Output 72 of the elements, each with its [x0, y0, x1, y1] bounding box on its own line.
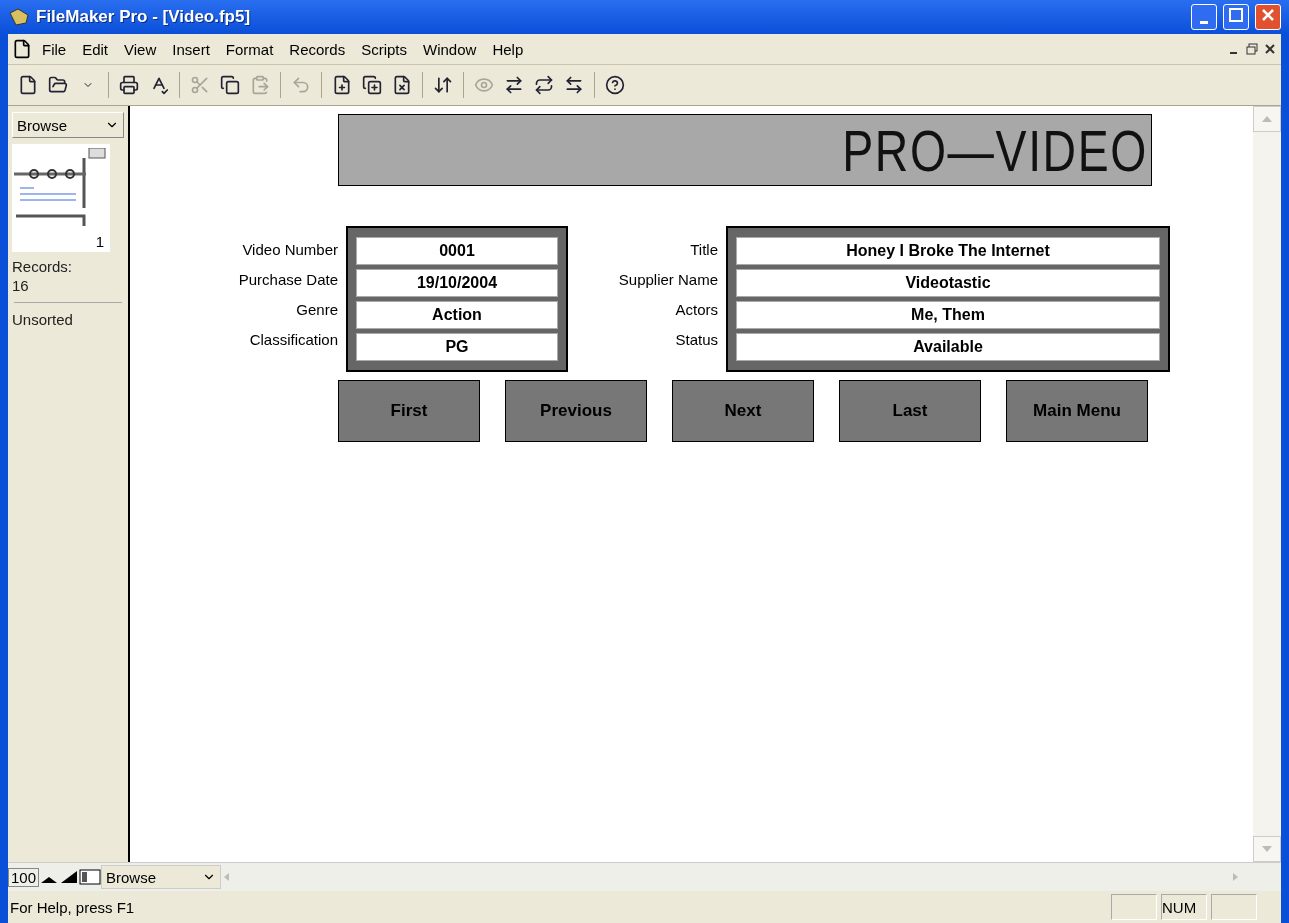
document-icon: [12, 39, 32, 59]
paste-icon: [250, 75, 270, 95]
menu-item[interactable]: Help: [486, 38, 530, 60]
menu-item[interactable]: Window: [417, 38, 483, 60]
nav-button[interactable]: Main Menu: [1006, 380, 1148, 442]
field-label: Supplier Name: [618, 270, 718, 290]
records-label: Records:: [12, 258, 74, 275]
field-value[interactable]: Me, Them: [736, 301, 1160, 329]
menu-item[interactable]: Edit: [76, 38, 115, 60]
help-icon: [605, 75, 625, 95]
status-pane: NUM: [1161, 894, 1207, 920]
view-icon: [474, 75, 494, 95]
restore-icon[interactable]: [1245, 42, 1259, 56]
banner-title: PRO—VIDEO: [842, 116, 1149, 184]
minimize-button[interactable]: [1191, 4, 1217, 30]
field-label: Title: [690, 240, 718, 260]
mode-dropdown[interactable]: Browse: [12, 112, 124, 138]
exchange-icon: [504, 75, 524, 95]
open-folder-icon: [48, 75, 68, 95]
field-value[interactable]: Videotastic: [736, 269, 1160, 297]
new-record-icon: [332, 75, 352, 95]
close-button[interactable]: [1255, 4, 1281, 30]
field-value[interactable]: 19/10/2004: [356, 269, 558, 297]
menu-item[interactable]: File: [36, 38, 73, 60]
field-value[interactable]: Honey I Broke The Internet: [736, 237, 1160, 265]
minimize-icon: [1200, 21, 1208, 24]
print-icon: [119, 75, 139, 95]
status-pane: [1111, 894, 1157, 920]
sort-icon: [433, 75, 453, 95]
field-value[interactable]: PG: [356, 333, 558, 361]
nav-button[interactable]: Last: [839, 380, 981, 442]
menu-item[interactable]: Format: [219, 38, 280, 60]
swap-icon: [564, 75, 584, 95]
sort-status: Unsorted: [12, 311, 74, 328]
nav-button[interactable]: Next: [672, 380, 814, 442]
app-icon: [8, 7, 30, 27]
copy-icon: [220, 75, 240, 95]
menu-item[interactable]: Scripts: [355, 38, 413, 60]
help-text: For Help, press F1: [9, 898, 136, 916]
close-icon: [1261, 7, 1275, 22]
zoom-in-icon[interactable]: [59, 869, 80, 885]
nav-button[interactable]: Previous: [505, 380, 647, 442]
field-value[interactable]: 0001: [356, 237, 558, 265]
record-book[interactable]: 1: [12, 144, 110, 252]
field-value[interactable]: Action: [356, 301, 558, 329]
maximize-button[interactable]: [1223, 4, 1249, 30]
zoom-level[interactable]: 100: [8, 867, 40, 887]
field-value[interactable]: Available: [736, 333, 1160, 361]
delete-record-icon: [392, 75, 412, 95]
undo-icon: [291, 75, 311, 95]
field-label: Purchase Date: [238, 270, 338, 290]
menu-item[interactable]: Records: [283, 38, 352, 60]
status-pane: [1211, 894, 1257, 920]
field-label: Genre: [296, 300, 338, 320]
cut-icon: [190, 75, 210, 95]
menu-item[interactable]: View: [118, 38, 163, 60]
field-label: Status: [675, 330, 718, 350]
menu-item[interactable]: Insert: [166, 38, 216, 60]
mode-dropdown[interactable]: Browse: [101, 865, 222, 889]
maximize-icon: [1229, 7, 1243, 22]
nav-button[interactable]: First: [338, 380, 480, 442]
cycle-icon: [534, 75, 554, 95]
layout-icon[interactable]: [79, 869, 102, 885]
new-file-icon: [18, 75, 38, 95]
records-count: 16: [12, 277, 30, 294]
duplicate-record-icon: [362, 75, 382, 95]
window-title: FileMaker Pro - [Video.fp5]: [36, 7, 252, 27]
field-label: Actors: [675, 300, 718, 320]
field-label: Video Number: [242, 240, 338, 260]
close-icon[interactable]: [1263, 42, 1277, 56]
field-label: Classification: [249, 330, 338, 350]
record-number: 1: [95, 233, 104, 250]
